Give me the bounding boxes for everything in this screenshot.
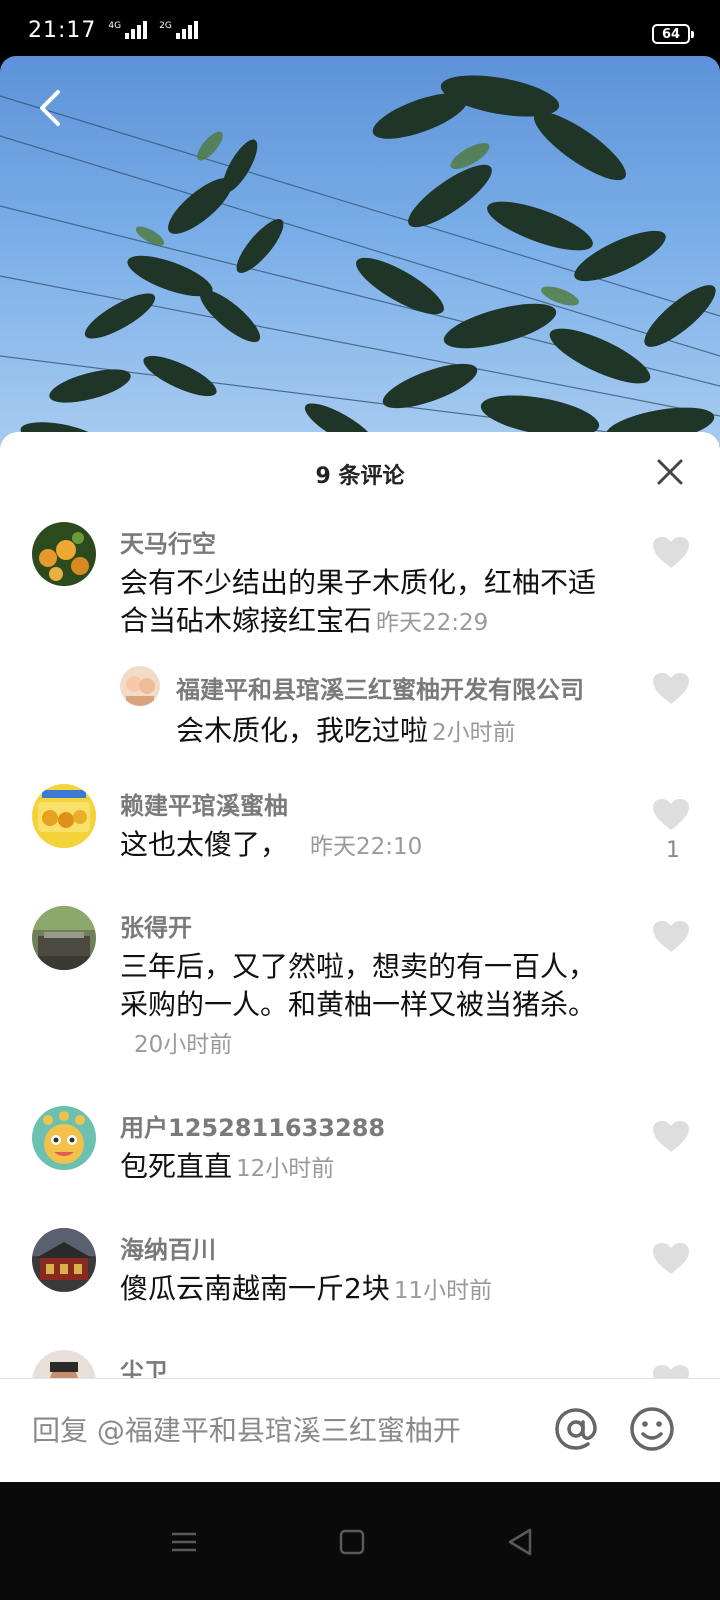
avatar[interactable] xyxy=(32,1228,96,1292)
smiley-icon[interactable] xyxy=(628,1405,676,1453)
signal-2g-icon: 2G xyxy=(159,21,198,39)
comment-username[interactable]: 海纳百川 xyxy=(120,1230,216,1265)
avatar[interactable] xyxy=(120,666,160,706)
comment-username[interactable]: 福建平和县琯溪三红蜜柚开发有限公司 xyxy=(176,670,584,705)
comment-item[interactable]: 赖建平琯溪蜜柚 这也太傻了， 昨天22:10 1 xyxy=(0,784,720,894)
reply-input-bar: 回复 @福建平和县琯溪三红蜜柚开 xyxy=(0,1378,720,1482)
heart-icon[interactable] xyxy=(652,536,690,570)
home-square-icon[interactable] xyxy=(332,1522,372,1562)
comment-time: 2小时前 xyxy=(432,720,516,746)
comment-username[interactable]: 天马行空 xyxy=(120,524,216,559)
system-nav-bar xyxy=(0,1482,720,1600)
comment-time: 昨天22:29 xyxy=(376,610,489,636)
comment-body: 包死直直 12小时前 xyxy=(120,1150,335,1183)
comment-item[interactable]: 张得开 三年后，又了然啦，想卖的有一百人，采购的一人。和黄柚一样又被当猪杀。20… xyxy=(0,906,720,1076)
close-icon[interactable] xyxy=(656,458,684,486)
like-count: 1 xyxy=(666,838,680,863)
heart-icon[interactable] xyxy=(652,1120,690,1154)
comment-list[interactable]: 天马行空 会有不少结出的果子木质化，红柚不适合当砧木嫁接红宝石 昨天22:29 福… xyxy=(0,522,720,1404)
comment-username[interactable]: 用户1252811633288 xyxy=(120,1108,385,1143)
heart-icon[interactable] xyxy=(652,672,690,706)
comment-body: 会有不少结出的果子木质化，红柚不适合当砧木嫁接红宝石 昨天22:29 xyxy=(120,566,597,637)
tree-foliage-image xyxy=(0,75,720,450)
back-triangle-icon[interactable] xyxy=(500,1522,540,1562)
reply-item[interactable]: 福建平和县琯溪三红蜜柚开发有限公司 会木质化，我吃过啦 2小时前 xyxy=(0,666,720,776)
video-preview[interactable] xyxy=(0,56,720,456)
comment-time: 昨天22:10 xyxy=(310,834,423,860)
reply-input[interactable]: 回复 @福建平和县琯溪三红蜜柚开 xyxy=(32,1409,472,1449)
comment-body: 傻瓜云南越南一斤2块 11小时前 xyxy=(120,1272,493,1305)
avatar[interactable] xyxy=(32,522,96,586)
menu-icon[interactable] xyxy=(164,1522,204,1562)
comment-body: 这也太傻了， 昨天22:10 xyxy=(120,828,423,861)
sheet-title: 9 条评论 xyxy=(315,464,405,489)
comment-username[interactable]: 张得开 xyxy=(120,908,192,943)
heart-icon[interactable] xyxy=(652,798,690,832)
comment-item[interactable]: 海纳百川 傻瓜云南越南一斤2块 11小时前 xyxy=(0,1228,720,1328)
signal-4g-icon: 4G xyxy=(108,21,148,39)
back-button[interactable] xyxy=(30,86,70,130)
heart-icon[interactable] xyxy=(652,920,690,954)
status-bar: 21:17 4G 2G 64 xyxy=(0,0,720,60)
comment-item[interactable]: 用户1252811633288 包死直直 12小时前 xyxy=(0,1106,720,1206)
avatar[interactable] xyxy=(32,784,96,848)
heart-icon[interactable] xyxy=(652,1242,690,1276)
avatar[interactable] xyxy=(32,906,96,970)
status-time: 21:17 xyxy=(28,17,97,43)
comment-time: 20小时前 xyxy=(134,1032,233,1058)
comment-body: 三年后，又了然啦，想卖的有一百人，采购的一人。和黄柚一样又被当猪杀。20小时前 xyxy=(120,950,597,1058)
comment-time: 11小时前 xyxy=(393,1278,493,1304)
comment-item[interactable]: 天马行空 会有不少结出的果子木质化，红柚不适合当砧木嫁接红宝石 昨天22:29 xyxy=(0,522,720,652)
avatar[interactable] xyxy=(32,1106,96,1170)
comment-body: 会木质化，我吃过啦 2小时前 xyxy=(176,714,516,747)
battery-icon: 64 xyxy=(652,24,694,44)
comment-time: 12小时前 xyxy=(236,1156,335,1182)
at-icon[interactable] xyxy=(552,1405,600,1453)
comment-username[interactable]: 赖建平琯溪蜜柚 xyxy=(120,786,288,821)
comments-sheet: 9 条评论 天马行空 会有不少结出的果子木质化，红柚不适合当砧木嫁接红宝石 昨天2… xyxy=(0,432,720,1512)
